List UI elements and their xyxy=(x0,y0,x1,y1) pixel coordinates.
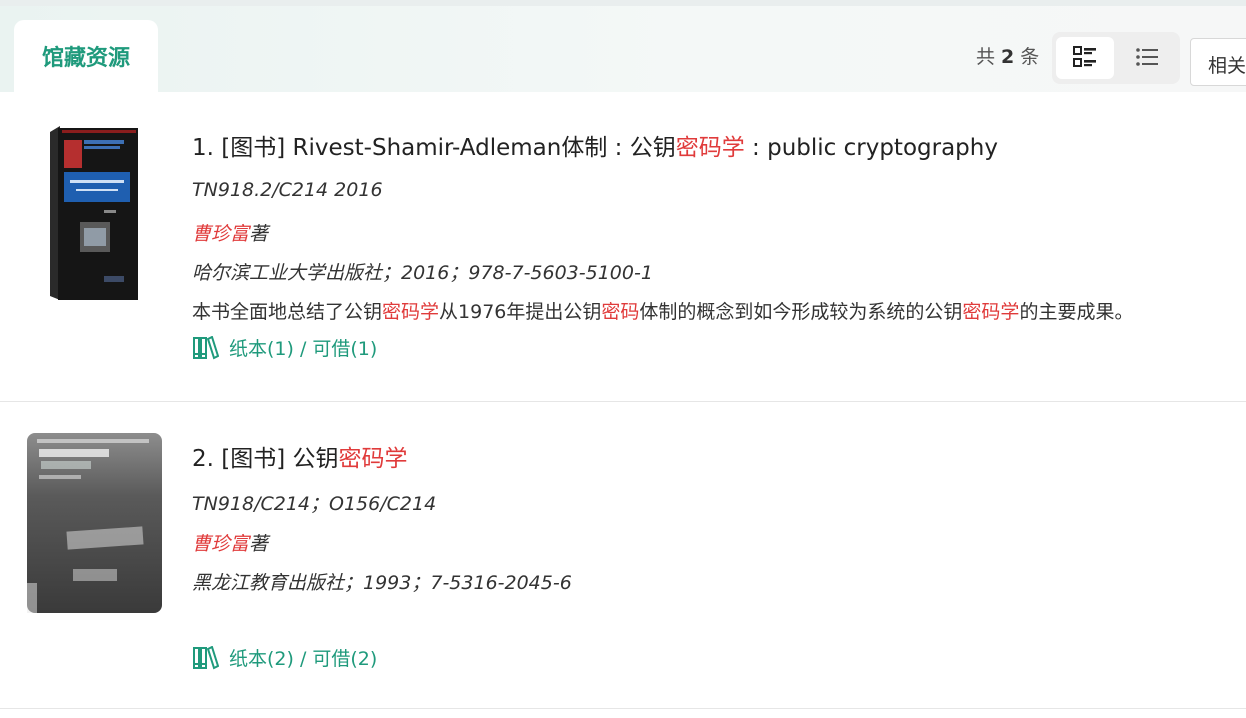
title-text: 公钥 xyxy=(292,446,339,472)
title-highlight: 密码学 xyxy=(675,135,745,161)
record-title[interactable]: 2. [图书] 公钥密码学 xyxy=(192,439,408,473)
view-switch xyxy=(1052,32,1180,84)
result-item: 1. [图书] Rivest-Shamir-Adleman体制 : 公钥密码学 … xyxy=(0,92,1246,402)
record-type: [图书] xyxy=(221,446,286,472)
tab-collection-resources[interactable]: 馆藏资源 xyxy=(14,20,158,92)
books-icon xyxy=(193,335,219,359)
holdings-link[interactable]: 纸本(2) / 可借(2) xyxy=(193,644,377,671)
record-index: 2. xyxy=(192,446,214,472)
summary-part: 体制的概念到如今形成较为系统的公钥 xyxy=(639,301,963,323)
sort-select[interactable]: 相关 xyxy=(1190,38,1246,86)
book-cover-image[interactable] xyxy=(27,433,162,613)
detail-view-icon xyxy=(1073,46,1096,67)
record-title[interactable]: 1. [图书] Rivest-Shamir-Adleman体制 : 公钥密码学 … xyxy=(192,128,998,162)
author-role: 著 xyxy=(249,533,269,555)
summary-highlight: 密码学 xyxy=(962,301,1020,323)
title-highlight: 密码学 xyxy=(338,446,408,472)
call-number: TN918.2/C214 2016 xyxy=(192,179,383,201)
author-line: 曹珍富著 xyxy=(192,219,268,246)
result-count: 共2条 xyxy=(976,42,1039,69)
call-number: TN918/C214；O156/C214 xyxy=(192,493,437,515)
books-icon xyxy=(193,645,219,669)
holdings-link[interactable]: 纸本(1) / 可借(1) xyxy=(193,334,377,361)
author-link[interactable]: 曹珍富 xyxy=(192,223,249,245)
record-type: [图书] xyxy=(221,135,286,161)
title-text: Rivest-Shamir-Adleman体制 : 公钥 xyxy=(292,135,676,161)
book-cover-image[interactable] xyxy=(50,126,140,302)
summary-highlight: 密码学 xyxy=(382,301,440,323)
publisher-line: 黑龙江教育出版社；1993；7-5316-2045-6 xyxy=(192,572,572,594)
list-view-icon xyxy=(1136,48,1158,66)
record-index: 1. xyxy=(192,135,214,161)
summary-part: 的主要成果。 xyxy=(1019,301,1134,323)
summary-highlight: 密码 xyxy=(601,301,640,323)
result-item: 2. [图书] 公钥密码学 TN918/C214；O156/C214 曹珍富著 … xyxy=(0,403,1246,709)
results-header: 馆藏资源 共2条 相关 xyxy=(0,6,1246,92)
count-prefix: 共 xyxy=(976,46,996,68)
list-view-button[interactable] xyxy=(1118,37,1176,79)
holdings-text: 纸本(2) / 可借(2) xyxy=(229,648,378,670)
summary-part: 本书全面地总结了公钥 xyxy=(192,301,383,323)
publisher-line: 哈尔滨工业大学出版社；2016；978-7-5603-5100-1 xyxy=(192,262,653,284)
summary-part: 从1976年提出公钥 xyxy=(439,301,602,323)
count-suffix: 条 xyxy=(1020,46,1040,68)
author-line: 曹珍富著 xyxy=(192,529,268,556)
detail-view-button[interactable] xyxy=(1056,37,1114,79)
record-summary: 本书全面地总结了公钥密码学从1976年提出公钥密码体制的概念到如今形成较为系统的… xyxy=(192,297,1133,324)
author-role: 著 xyxy=(249,223,269,245)
holdings-text: 纸本(1) / 可借(1) xyxy=(229,338,378,360)
author-link[interactable]: 曹珍富 xyxy=(192,533,249,555)
count-value: 2 xyxy=(1001,46,1015,68)
title-subtitle: : public cryptography xyxy=(744,135,998,161)
